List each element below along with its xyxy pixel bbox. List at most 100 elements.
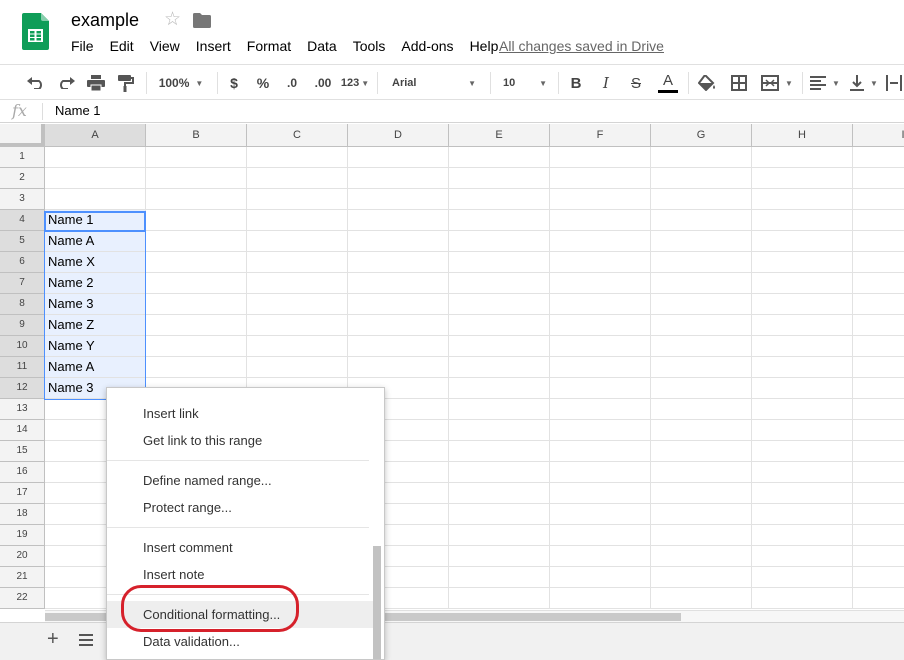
cell-i17[interactable] xyxy=(853,483,904,504)
cell-i16[interactable] xyxy=(853,462,904,483)
cell-c10[interactable] xyxy=(247,336,348,357)
column-header-i[interactable]: I xyxy=(853,124,904,147)
cell-i13[interactable] xyxy=(853,399,904,420)
cell-d7[interactable] xyxy=(348,273,449,294)
redo-icon[interactable] xyxy=(54,71,78,95)
cell-f12[interactable] xyxy=(550,378,651,399)
cell-b3[interactable] xyxy=(146,189,247,210)
cell-h3[interactable] xyxy=(752,189,853,210)
row-header-20[interactable]: 20 xyxy=(0,546,45,567)
cell-c6[interactable] xyxy=(247,252,348,273)
cell-e5[interactable] xyxy=(449,231,550,252)
cell-i3[interactable] xyxy=(853,189,904,210)
cell-f1[interactable] xyxy=(550,147,651,168)
cell-c5[interactable] xyxy=(247,231,348,252)
cell-h7[interactable] xyxy=(752,273,853,294)
column-header-h[interactable]: H xyxy=(752,124,853,147)
cell-g4[interactable] xyxy=(651,210,752,231)
cell-h1[interactable] xyxy=(752,147,853,168)
text-color-button[interactable]: A xyxy=(655,71,681,95)
cell-e7[interactable] xyxy=(449,273,550,294)
cell-b1[interactable] xyxy=(146,147,247,168)
cell-h21[interactable] xyxy=(752,567,853,588)
cell-g2[interactable] xyxy=(651,168,752,189)
strikethrough-button[interactable]: S xyxy=(624,71,648,95)
cell-g13[interactable] xyxy=(651,399,752,420)
cell-f7[interactable] xyxy=(550,273,651,294)
cell-f13[interactable] xyxy=(550,399,651,420)
cell-g16[interactable] xyxy=(651,462,752,483)
menu-insert[interactable]: Insert xyxy=(188,37,239,55)
menu-item-data-validation[interactable]: Data validation... xyxy=(107,628,375,655)
cell-f4[interactable] xyxy=(550,210,651,231)
cell-g9[interactable] xyxy=(651,315,752,336)
cell-f19[interactable] xyxy=(550,525,651,546)
cell-h20[interactable] xyxy=(752,546,853,567)
star-icon[interactable]: ☆ xyxy=(164,9,181,31)
row-header-21[interactable]: 21 xyxy=(0,567,45,588)
menu-view[interactable]: View xyxy=(142,37,188,55)
save-status-link[interactable]: All changes saved in Drive xyxy=(499,38,664,54)
cell-d1[interactable] xyxy=(348,147,449,168)
sheets-logo-icon[interactable] xyxy=(22,13,49,50)
currency-format-button[interactable]: $ xyxy=(222,71,246,95)
print-icon[interactable] xyxy=(84,71,108,95)
menu-addons[interactable]: Add-ons xyxy=(393,37,461,55)
cell-e16[interactable] xyxy=(449,462,550,483)
cell-a2[interactable] xyxy=(45,168,146,189)
cell-e12[interactable] xyxy=(449,378,550,399)
cell-i10[interactable] xyxy=(853,336,904,357)
cell-h22[interactable] xyxy=(752,588,853,609)
cell-f20[interactable] xyxy=(550,546,651,567)
cell-c1[interactable] xyxy=(247,147,348,168)
context-menu-scrollbar[interactable] xyxy=(373,546,381,659)
cell-h13[interactable] xyxy=(752,399,853,420)
cell-e15[interactable] xyxy=(449,441,550,462)
cell-i19[interactable] xyxy=(853,525,904,546)
cell-g11[interactable] xyxy=(651,357,752,378)
menu-item-conditional-formatting[interactable]: Conditional formatting... xyxy=(107,601,375,628)
cell-b4[interactable] xyxy=(146,210,247,231)
text-wrap-icon[interactable] xyxy=(886,71,904,95)
percent-format-button[interactable]: % xyxy=(251,71,275,95)
cell-g18[interactable] xyxy=(651,504,752,525)
cell-d9[interactable] xyxy=(348,315,449,336)
document-title[interactable]: example xyxy=(71,10,139,31)
cell-d11[interactable] xyxy=(348,357,449,378)
cell-f18[interactable] xyxy=(550,504,651,525)
cell-e21[interactable] xyxy=(449,567,550,588)
undo-icon[interactable] xyxy=(24,71,48,95)
row-header-9[interactable]: 9 xyxy=(0,315,45,336)
cell-g10[interactable] xyxy=(651,336,752,357)
fill-color-icon[interactable] xyxy=(695,71,719,95)
italic-button[interactable]: I xyxy=(594,71,618,95)
cell-e10[interactable] xyxy=(449,336,550,357)
decrease-decimal-button[interactable]: .0 xyxy=(280,71,304,95)
folder-icon[interactable] xyxy=(193,13,211,28)
formula-input[interactable]: Name 1 xyxy=(55,103,101,118)
cell-i6[interactable] xyxy=(853,252,904,273)
cell-i20[interactable] xyxy=(853,546,904,567)
cell-i22[interactable] xyxy=(853,588,904,609)
cell-i11[interactable] xyxy=(853,357,904,378)
bold-button[interactable]: B xyxy=(564,71,588,95)
column-header-a[interactable]: A xyxy=(45,124,146,147)
all-sheets-menu-icon[interactable] xyxy=(79,634,93,646)
row-header-6[interactable]: 6 xyxy=(0,252,45,273)
cell-e9[interactable] xyxy=(449,315,550,336)
cell-i12[interactable] xyxy=(853,378,904,399)
column-header-e[interactable]: E xyxy=(449,124,550,147)
column-header-g[interactable]: G xyxy=(651,124,752,147)
cell-e8[interactable] xyxy=(449,294,550,315)
cell-e14[interactable] xyxy=(449,420,550,441)
cell-e11[interactable] xyxy=(449,357,550,378)
font-size-select[interactable]: 10 ▼ xyxy=(495,71,553,95)
cell-b5[interactable] xyxy=(146,231,247,252)
cell-i2[interactable] xyxy=(853,168,904,189)
cell-h5[interactable] xyxy=(752,231,853,252)
cell-h4[interactable] xyxy=(752,210,853,231)
cell-b10[interactable] xyxy=(146,336,247,357)
cell-f16[interactable] xyxy=(550,462,651,483)
cell-i4[interactable] xyxy=(853,210,904,231)
cell-c2[interactable] xyxy=(247,168,348,189)
